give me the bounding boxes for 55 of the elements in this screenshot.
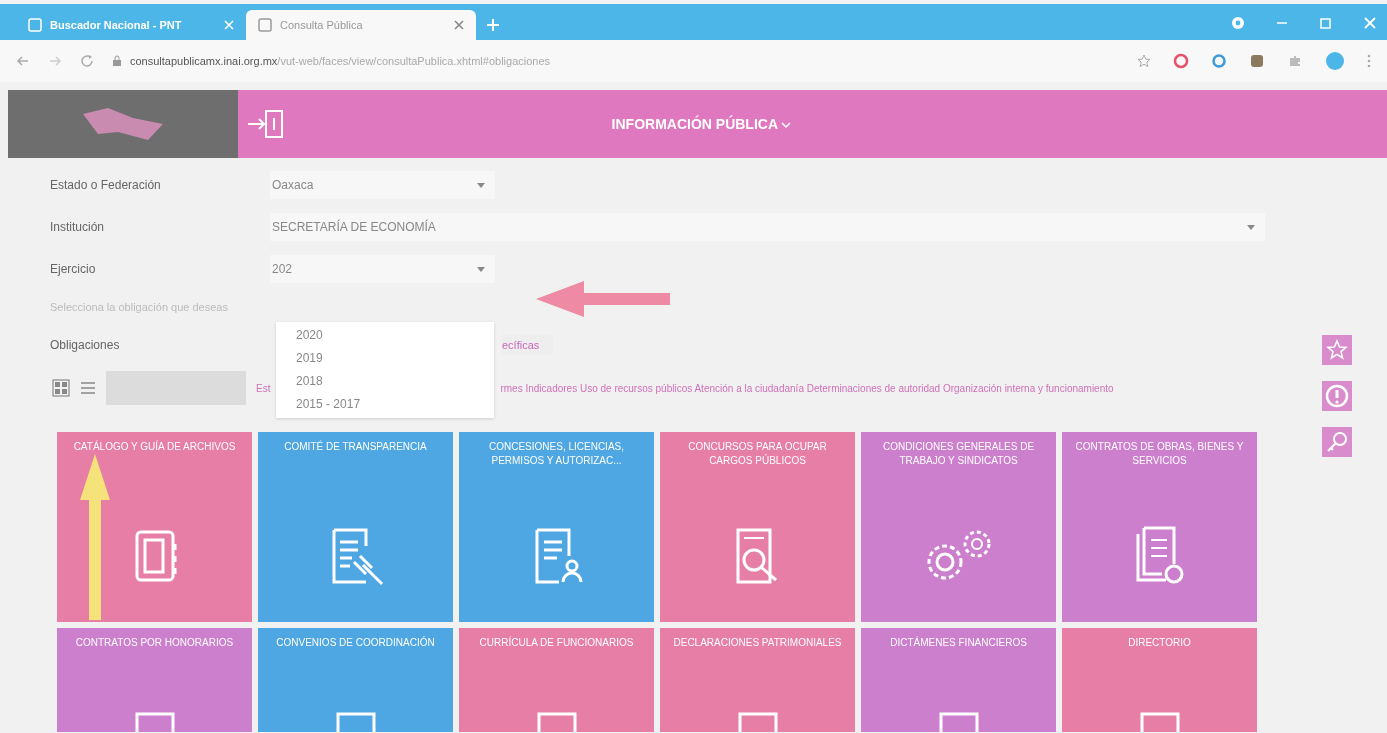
- caret-icon: [477, 182, 485, 188]
- category-tile[interactable]: CONVENIOS DE COORDINACIÓN: [258, 628, 453, 732]
- page-icon: [258, 18, 272, 32]
- puzzle-icon[interactable]: [1287, 53, 1303, 69]
- category-tile[interactable]: CONCESIONES, LICENCIAS, PERMISOS Y AUTORIZAC...: [459, 432, 654, 622]
- dropdown-option[interactable]: 2018: [276, 370, 494, 393]
- ring-icon[interactable]: [1173, 53, 1189, 69]
- profile-icon[interactable]: [1231, 16, 1245, 30]
- new-tab-icon[interactable]: [486, 18, 500, 32]
- dropdown-option[interactable]: 2015 - 2017: [276, 393, 494, 416]
- reload-icon[interactable]: [80, 54, 94, 68]
- square-icon[interactable]: [1249, 53, 1265, 69]
- browser-tab[interactable]: Consulta Pública: [246, 10, 476, 40]
- browser-tab[interactable]: Buscador Nacional - PNT: [16, 10, 246, 40]
- menu-icon[interactable]: [1367, 54, 1371, 68]
- select-field[interactable]: SECRETARÍA DE ECONOMÍA: [270, 213, 1265, 241]
- avatar-icon[interactable]: [1325, 51, 1345, 71]
- list-view-icon[interactable]: [80, 381, 96, 395]
- field-label: Obligaciones: [50, 338, 121, 352]
- menu-dropdown[interactable]: INFORMACIÓN PÚBLICA: [286, 116, 1387, 132]
- filter-text: rmes Indicadores Uso de recursos públicos Atención a la ciudadanía Determinaciones de autoridad Organización interna y funcionamiento: [500, 382, 1114, 394]
- dropdown-option[interactable]: 2020: [276, 324, 494, 347]
- category-tile[interactable]: CONTRATOS DE OBRAS, BIENES Y SERVICIOS: [1062, 432, 1257, 622]
- forward-icon[interactable]: [48, 54, 62, 68]
- select-field[interactable]: 202: [270, 255, 495, 283]
- select-field[interactable]: Oaxaca: [270, 171, 495, 199]
- caret-icon: [477, 266, 485, 272]
- field-label: Ejercicio: [50, 262, 97, 276]
- alert-icon[interactable]: [1322, 381, 1352, 411]
- category-tile[interactable]: CONDICIONES GENERALES DE TRABAJO Y SINDICATOS: [861, 432, 1056, 622]
- key-icon[interactable]: [1322, 427, 1352, 457]
- category-tile[interactable]: DICTÁMENES FINANCIEROS: [861, 628, 1056, 732]
- lock-icon: [112, 55, 122, 67]
- restore-icon[interactable]: [1319, 16, 1333, 30]
- category-tile[interactable]: DECLARACIONES PATRIMONIALES: [660, 628, 855, 732]
- star-icon[interactable]: [1137, 54, 1151, 68]
- category-tile[interactable]: CONCURSOS PARA OCUPAR CARGOS PÚBLICOS: [660, 432, 855, 622]
- field-label: Estado o Federación: [50, 178, 162, 192]
- back-icon[interactable]: [16, 54, 30, 68]
- chevron-icon: [781, 121, 792, 129]
- caret-icon: [1247, 224, 1255, 230]
- dropdown-option[interactable]: 2019: [276, 347, 494, 370]
- sign-in-icon[interactable]: [246, 108, 286, 140]
- category-tile[interactable]: CURRÍCULA DE FUNCIONARIOS: [459, 628, 654, 732]
- category-tile[interactable]: DIRECTORIO: [1062, 628, 1257, 732]
- category-tile[interactable]: COMITÉ DE TRANSPARENCIA: [258, 432, 453, 622]
- category-tile[interactable]: CATÁLOGO Y GUÍA DE ARCHIVOS: [57, 432, 252, 622]
- category-tile[interactable]: CONTRATOS POR HONORARIOS: [57, 628, 252, 732]
- ring-icon[interactable]: [1211, 53, 1227, 69]
- address-field[interactable]: consultapublicamx.inai.org.mx/vut-web/faces/view/consultaPublica.xhtml#obligaciones: [130, 55, 551, 67]
- close-icon[interactable]: [454, 20, 464, 30]
- field-label: Institución: [50, 220, 106, 234]
- filter-text: Est: [256, 382, 271, 394]
- grid-view-icon[interactable]: [52, 379, 70, 397]
- page-icon: [28, 18, 42, 32]
